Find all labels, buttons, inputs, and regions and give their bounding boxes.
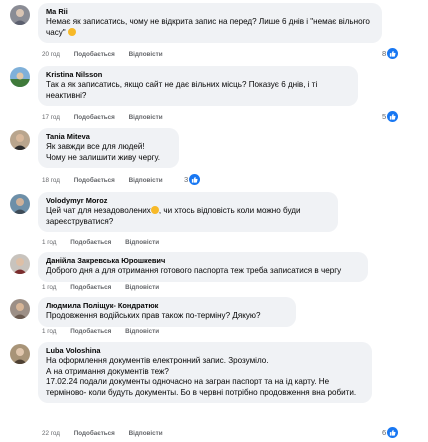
comment-actions: 1 год Подобається Відповісти xyxy=(42,238,171,247)
comment-bubble: Tania Miteva Як завжди все для людей! Чо… xyxy=(38,128,179,169)
like-button[interactable]: Подобається xyxy=(70,327,111,336)
like-button[interactable]: Подобається xyxy=(70,238,111,247)
comment-time[interactable]: 22 год xyxy=(42,429,60,438)
avatar[interactable] xyxy=(10,67,30,87)
comment-actions: 17 год Подобається Відповісти xyxy=(42,113,175,122)
reaction-count[interactable]: 5 xyxy=(382,111,399,122)
comment-text: Продовження водійських прав також по-тер… xyxy=(46,311,261,320)
comment-bubble: Людмила Поліщук- Кондратюк Продовження в… xyxy=(38,297,296,327)
reply-button[interactable]: Відповісти xyxy=(129,50,163,59)
reaction-count[interactable]: 3 xyxy=(184,174,201,185)
reaction-count[interactable]: 8 xyxy=(382,48,399,59)
comment-text: Цей чат для незадоволених, чи хтось відп… xyxy=(46,206,301,226)
reply-button[interactable]: Відповісти xyxy=(129,176,163,185)
reply-button[interactable]: Відповісти xyxy=(129,113,163,122)
comment-author[interactable]: Данійла Закревська Юрошкевич xyxy=(46,256,360,266)
comment-time[interactable]: 20 год xyxy=(42,50,60,59)
comment-time[interactable]: 1 год xyxy=(42,327,56,336)
reply-button[interactable]: Відповісти xyxy=(129,429,163,438)
comment-time[interactable]: 18 год xyxy=(42,176,60,185)
avatar[interactable] xyxy=(10,299,30,319)
comment-actions: 1 год Подобається Відповісти xyxy=(42,327,171,336)
comment-text-line: 17.02.24 подали документы одночасно на з… xyxy=(46,377,357,397)
smiling-face-icon xyxy=(150,206,159,214)
comment-bubble: Ma Rii Немає як записатись, чому не відк… xyxy=(38,3,382,44)
avatar[interactable] xyxy=(10,194,30,214)
comment-time[interactable]: 1 год xyxy=(42,283,56,292)
comment-author[interactable]: Ma Rii xyxy=(46,7,374,17)
comment-text: Немає як записатись, чому не відкрита за… xyxy=(46,17,370,37)
comment-bubble: Kristina Nilsson Так а як записатись, як… xyxy=(38,66,358,107)
reply-button[interactable]: Відповісти xyxy=(125,283,159,292)
comment-actions: 22 год Подобається Відповісти xyxy=(42,429,175,438)
comment-author[interactable]: Volodymyr Moroz xyxy=(46,196,330,206)
comment-author[interactable]: Kristina Nilsson xyxy=(46,70,350,80)
like-button[interactable]: Подобається xyxy=(74,113,115,122)
reply-button[interactable]: Відповісти xyxy=(125,327,159,336)
comment-text-line: На оформлення документів електронний зап… xyxy=(46,356,269,365)
comment-time[interactable]: 1 год xyxy=(42,238,56,247)
avatar[interactable] xyxy=(10,130,30,150)
comment-time[interactable]: 17 год xyxy=(42,113,60,122)
like-icon xyxy=(387,427,399,438)
avatar[interactable] xyxy=(10,344,30,364)
like-button[interactable]: Подобається xyxy=(74,176,115,185)
reaction-count[interactable]: 6 xyxy=(382,427,399,438)
comment-text: Доброго дня а для отримання готового пас… xyxy=(46,266,342,275)
slightly-frowning-face-icon xyxy=(67,27,76,36)
like-icon xyxy=(189,174,201,185)
comment-author[interactable]: Tania Miteva xyxy=(46,132,171,142)
like-button[interactable]: Подобається xyxy=(70,283,111,292)
like-button[interactable]: Подобається xyxy=(74,50,115,59)
like-icon xyxy=(387,111,399,122)
comment-text-line: А на отримання документів теж? xyxy=(46,366,169,376)
comment-actions: 18 год Подобається Відповісти xyxy=(42,176,175,185)
comment-author[interactable]: Людмила Поліщук- Кондратюк xyxy=(46,301,288,311)
comment-actions: 1 год Подобається Відповісти xyxy=(42,283,171,292)
like-icon xyxy=(387,48,399,59)
comment-bubble: Данійла Закревська Юрошкевич Доброго дня… xyxy=(38,252,368,282)
comment-bubble: Volodymyr Moroz Цей чат для незадоволени… xyxy=(38,192,338,233)
comment-actions: 20 год Подобається Відповісти xyxy=(42,50,175,59)
comment-text-line: Чому не залишити живу чергу. xyxy=(46,152,161,162)
like-button[interactable]: Подобається xyxy=(74,429,115,438)
comment-author[interactable]: Luba Voloshina xyxy=(46,346,364,356)
comment-text: Так а як записатись, якщо сайт не дає ві… xyxy=(46,80,318,100)
avatar[interactable] xyxy=(10,5,30,25)
comment-text-line: Як завжди все для людей! xyxy=(46,142,145,151)
reply-button[interactable]: Відповісти xyxy=(125,238,159,247)
comment-bubble: Luba Voloshina На оформлення документів … xyxy=(38,342,372,404)
avatar[interactable] xyxy=(10,254,30,274)
